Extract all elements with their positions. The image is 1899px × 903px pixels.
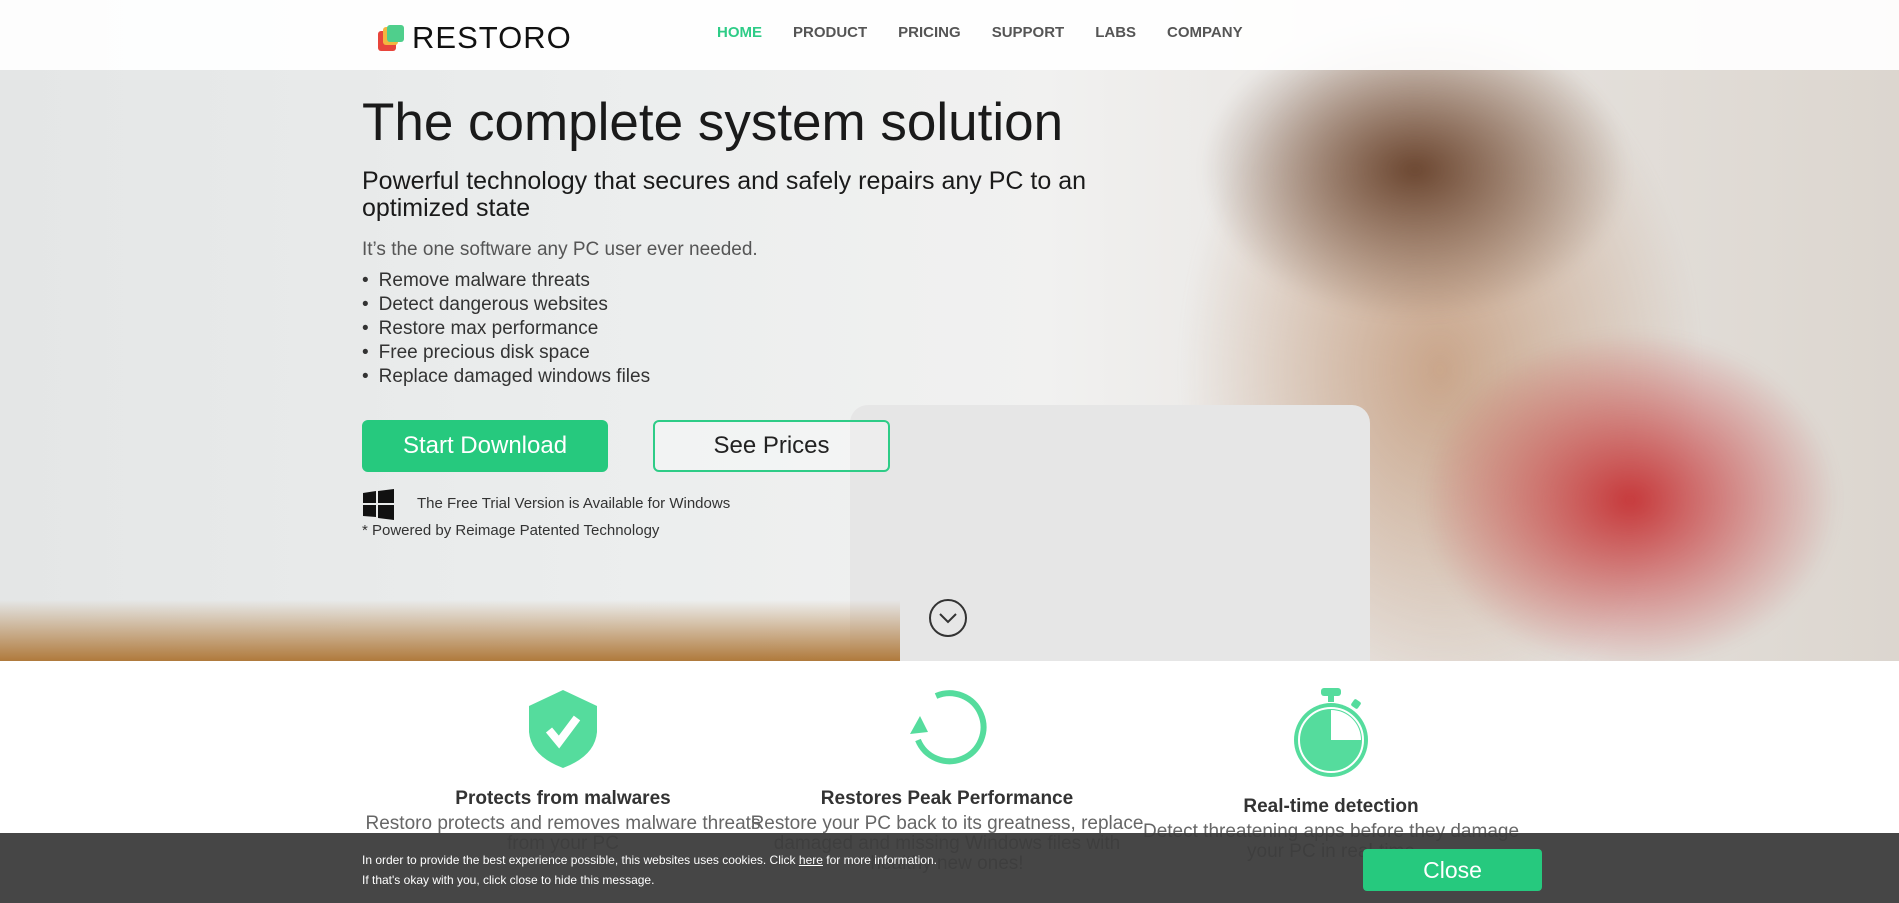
windows-icon <box>363 489 394 520</box>
hero-title: The complete system solution <box>362 93 1064 152</box>
feature-title: Real-time detection <box>1243 796 1419 817</box>
nav-home[interactable]: HOME <box>717 24 762 41</box>
restoro-logo-icon <box>378 25 404 51</box>
cookie-close-button[interactable]: Close <box>1363 849 1542 891</box>
see-prices-button[interactable]: See Prices <box>653 420 890 472</box>
cookie-line-1b: for more information. <box>826 853 937 867</box>
bullet-item: Free precious disk space <box>362 341 650 365</box>
restore-arrow-icon <box>910 690 987 765</box>
nav-company[interactable]: COMPANY <box>1167 24 1243 41</box>
feature-title: Restores Peak Performance <box>820 788 1074 809</box>
cookie-text: In order to provide the best experience … <box>362 850 937 890</box>
table-image <box>0 600 900 661</box>
feature-title: Protects from malwares <box>455 788 671 809</box>
nav-labs[interactable]: LABS <box>1095 24 1136 41</box>
windows-note: The Free Trial Version is Available for … <box>417 495 731 512</box>
feature-bullets: Remove malware threats Detect dangerous … <box>362 269 650 389</box>
logo-text: RESTORO <box>412 20 572 55</box>
nav-product[interactable]: PRODUCT <box>793 24 867 41</box>
nav-pricing[interactable]: PRICING <box>898 24 961 41</box>
cookie-here-link[interactable]: here <box>799 853 823 867</box>
scroll-down-button[interactable] <box>929 599 967 637</box>
bullet-item: Replace damaged windows files <box>362 365 650 389</box>
header: RESTORO HOME PRODUCT PRICING SUPPORT LAB… <box>0 0 1899 70</box>
cookie-banner: In order to provide the best experience … <box>0 833 1899 903</box>
hero-subtitle: Powerful technology that secures and saf… <box>362 167 1087 222</box>
nav-support[interactable]: SUPPORT <box>992 24 1065 41</box>
hero-tagline: It’s the one software any PC user ever n… <box>362 239 758 260</box>
main-nav: HOME PRODUCT PRICING SUPPORT LABS COMPAN… <box>717 24 1243 41</box>
bullet-item: Detect dangerous websites <box>362 293 650 317</box>
bullet-item: Remove malware threats <box>362 269 650 293</box>
stopwatch-icon <box>1294 688 1368 777</box>
logo[interactable]: RESTORO <box>378 20 572 56</box>
cookie-line-2: If that's okay with you, click close to … <box>362 873 655 887</box>
feature-malware: Protects from malwares Restoro protects … <box>363 688 763 854</box>
cookie-line-1: In order to provide the best experience … <box>362 853 796 867</box>
shield-check-icon <box>529 690 597 768</box>
laptop-image <box>850 405 1370 661</box>
powered-note: * Powered by Reimage Patented Technology <box>362 522 660 539</box>
hero-photo-shirt <box>1420 330 1840 661</box>
bullet-item: Restore max performance <box>362 317 650 341</box>
start-download-button[interactable]: Start Download <box>362 420 608 472</box>
chevron-down-icon <box>939 613 957 624</box>
